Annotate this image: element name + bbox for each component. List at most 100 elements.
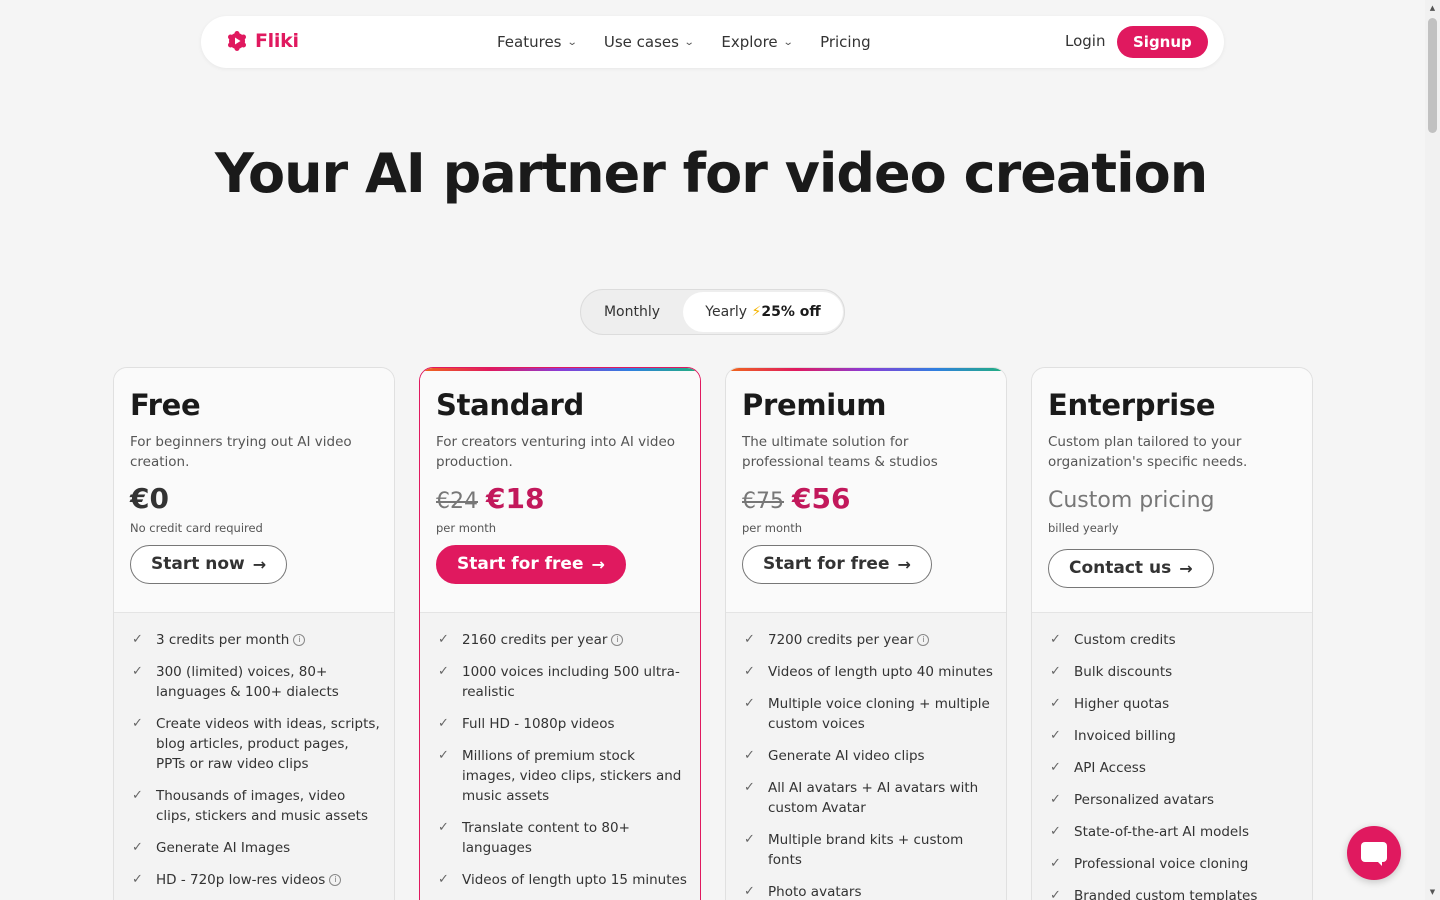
feature-text: Generate AI video clips [768,748,925,764]
fliki-logo-icon [228,31,246,51]
info-icon[interactable]: i [329,874,342,886]
feature-text: Personalized avatars [1074,792,1215,808]
cta-label: Start for free [457,554,584,574]
nav-use-cases-label: Use cases [603,33,679,51]
nav-pricing-label: Pricing [820,33,871,51]
list-item: ✓ 2160 credits per year i [438,630,688,650]
info-icon[interactable]: i [917,634,930,646]
arrow-right-icon: → [252,555,267,574]
check-icon: ✓ [1050,888,1061,900]
feature-text: Thousands of images, video clips, sticke… [156,788,368,824]
billing-monthly-option[interactable]: Monthly [581,290,683,334]
chat-icon [1361,842,1387,866]
feature-text: Branded custom templates [1074,888,1258,900]
feature-text: State-of-the-art AI models [1074,824,1250,840]
check-icon: ✓ [744,832,755,847]
plan-price: €0 [130,482,169,515]
check-icon: ✓ [1050,824,1061,839]
chevron-down-icon: ⌄ [683,36,695,48]
check-icon: ✓ [132,872,143,887]
billing-toggle: Monthly Yearly ⚡25% off [580,289,845,335]
list-item: ✓ State-of-the-art AI models [1050,822,1300,842]
feature-text: 2160 credits per year [462,632,608,648]
cta-label: Start for free [763,554,890,574]
list-item: ✓ Higher quotas [1050,694,1300,714]
plan-price: €24 €18 [436,482,544,515]
start-for-free-button[interactable]: Start for free → [742,545,932,584]
arrow-right-icon: → [897,555,911,574]
highlight-bar [420,368,700,371]
feature-text: Videos of length upto 15 minutes [462,872,687,888]
list-item: ✓ Multiple brand kits + custom fonts [744,830,994,870]
feature-text: All AI avatars + AI avatars with custom … [768,780,979,816]
nav-use-cases[interactable]: Use cases ⌄ [603,33,695,51]
price-note: No credit card required [130,521,263,535]
check-icon: ✓ [132,716,143,731]
feature-text: Photo avatars [768,884,862,900]
nav-explore[interactable]: Explore ⌄ [721,33,794,51]
plan-header: Standard For creators venturing into AI … [420,368,700,613]
list-item: ✓ Multiple voice cloning + multiple custo… [744,694,994,734]
list-item: ✓ 300 (limited) voices, 80+ languages & 1… [132,662,382,702]
list-item: ✓ Videos of length upto 40 minutes [744,662,994,682]
plan-header: Premium The ultimate solution for profes… [726,368,1006,613]
highlight-bar [726,368,1006,371]
list-item: ✓ Create videos with ideas, scripts, blog… [132,714,382,774]
price-note: per month [436,521,497,535]
plan-card-free: Free For beginners trying out AI video c… [113,367,395,900]
chevron-down-icon: ⌄ [782,36,794,48]
login-link[interactable]: Login [1065,32,1105,50]
feature-text: Millions of premium stock images, video … [462,748,682,804]
check-icon: ✓ [438,820,449,835]
feature-text: Professional voice cloning [1074,856,1249,872]
plan-header: Enterprise Custom plan tailored to your … [1032,368,1312,613]
scroll-up-arrow-icon[interactable]: ▲ [1428,4,1437,12]
check-icon: ✓ [1050,760,1061,775]
feature-text: Multiple voice cloning + multiple custom… [768,696,990,732]
page-scrollbar[interactable]: ▲ ▼ [1425,0,1440,900]
plan-description: For beginners trying out AI video creati… [130,434,352,470]
discount-badge: 25% off [761,304,821,320]
list-item: ✓ HD - 720p low-res videos i [132,870,382,890]
plan-description: Custom plan tailored to your organizatio… [1048,434,1248,470]
feature-text: Create videos with ideas, scripts, blog … [156,716,380,772]
info-icon[interactable]: i [611,634,624,646]
feature-text: Generate AI Images [156,840,291,856]
contact-us-button[interactable]: Contact us → [1048,549,1214,588]
feature-text: HD - 720p low-res videos [156,872,326,888]
start-for-free-button[interactable]: Start for free → [436,545,626,584]
check-icon: ✓ [1050,792,1061,807]
check-icon: ✓ [1050,696,1061,711]
nav-explore-label: Explore [721,33,778,51]
list-item: ✓ Full HD - 1080p videos [438,714,688,734]
info-icon[interactable]: i [293,634,306,646]
check-icon: ✓ [744,884,755,899]
list-item: ✓ Branded custom templates [1050,886,1300,900]
check-icon: ✓ [438,748,449,763]
check-icon: ✓ [132,664,143,679]
scroll-thumb[interactable] [1428,18,1437,133]
scroll-down-arrow-icon[interactable]: ▼ [1428,888,1437,896]
nav-features[interactable]: Features ⌄ [497,33,577,51]
feature-text: 300 (limited) voices, 80+ languages & 10… [156,664,339,700]
top-navbar: Fliki Features ⌄ Use cases ⌄ Explore ⌄ P… [201,16,1224,68]
nav-pricing[interactable]: Pricing [820,33,871,51]
feature-text: Full HD - 1080p videos [462,716,615,732]
lightning-icon: ⚡ [751,304,762,320]
logo-text: Fliki [255,30,299,52]
plan-card-enterprise: Enterprise Custom plan tailored to your … [1031,367,1313,900]
check-icon: ✓ [438,664,449,679]
list-item: ✓ 7200 credits per year i [744,630,994,650]
logo[interactable]: Fliki [227,30,299,52]
check-icon: ✓ [438,632,449,647]
plan-description: The ultimate solution for professional t… [742,434,938,470]
billing-yearly-option[interactable]: Yearly ⚡25% off [683,292,843,332]
start-now-button[interactable]: Start now → [130,545,288,584]
list-item: ✓ All AI avatars + AI avatars with custom… [744,778,994,818]
chat-widget-button[interactable] [1347,826,1401,880]
arrow-right-icon: → [1179,559,1193,578]
signup-button[interactable]: Signup [1117,26,1208,58]
list-item: ✓ Translate content to 80+ languages [438,818,688,858]
check-icon: ✓ [132,840,143,855]
check-icon: ✓ [744,748,755,763]
